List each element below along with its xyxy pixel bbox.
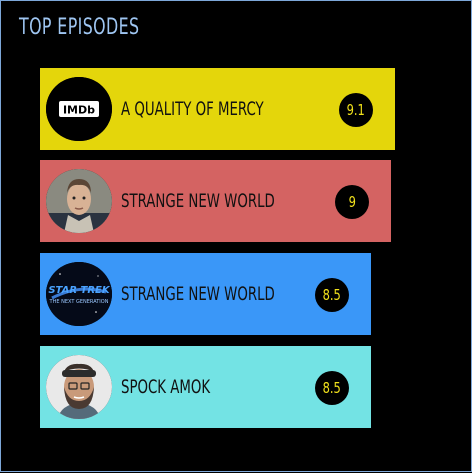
actor-portrait-icon bbox=[46, 169, 112, 233]
bar-value-label: 8.5 bbox=[315, 278, 349, 312]
bar-category-label: SPOCK AMOK bbox=[121, 376, 211, 398]
bar-category-label: STRANGE NEW WORLD bbox=[121, 190, 275, 212]
svg-text:THE NEXT GENERATION: THE NEXT GENERATION bbox=[49, 299, 109, 305]
bar: STAR TREK THE NEXT GENERATION STRANGE NEW … bbox=[40, 253, 371, 335]
bar-value-label: 8.5 bbox=[315, 371, 349, 405]
bar: IMDb A QUALITY OF MERCY 9.1 bbox=[40, 68, 395, 150]
svg-text:IMDb: IMDb bbox=[63, 104, 95, 117]
bar-category-label: STRANGE NEW WORLD bbox=[121, 283, 275, 305]
bar-value-text: 8.5 bbox=[322, 379, 342, 397]
chart-frame: TOP EPISODES IMDb A QUALITY OF MERCY 9.1 ST… bbox=[0, 0, 472, 472]
bar-value-text: 9.1 bbox=[346, 101, 366, 119]
star-trek-logo-icon: STAR TREK THE NEXT GENERATION bbox=[46, 262, 112, 326]
bar-chart: IMDb A QUALITY OF MERCY 9.1 STRANGE NEW WOR… bbox=[1, 1, 472, 473]
svg-text:STAR TREK: STAR TREK bbox=[48, 285, 111, 296]
bar-value-label: 9.1 bbox=[339, 93, 373, 127]
bar: SPOCK AMOK 8.5 bbox=[40, 346, 371, 428]
imdb-logo-icon: IMDb bbox=[46, 77, 112, 141]
bar: STRANGE NEW WORLD 9 bbox=[40, 160, 391, 242]
bar-category-label: A QUALITY OF MERCY bbox=[121, 98, 264, 120]
bar-value-text: 9 bbox=[348, 193, 356, 211]
bar-value-text: 8.5 bbox=[322, 286, 342, 304]
bearded-man-portrait-icon bbox=[46, 355, 112, 419]
bar-value-label: 9 bbox=[335, 185, 369, 219]
